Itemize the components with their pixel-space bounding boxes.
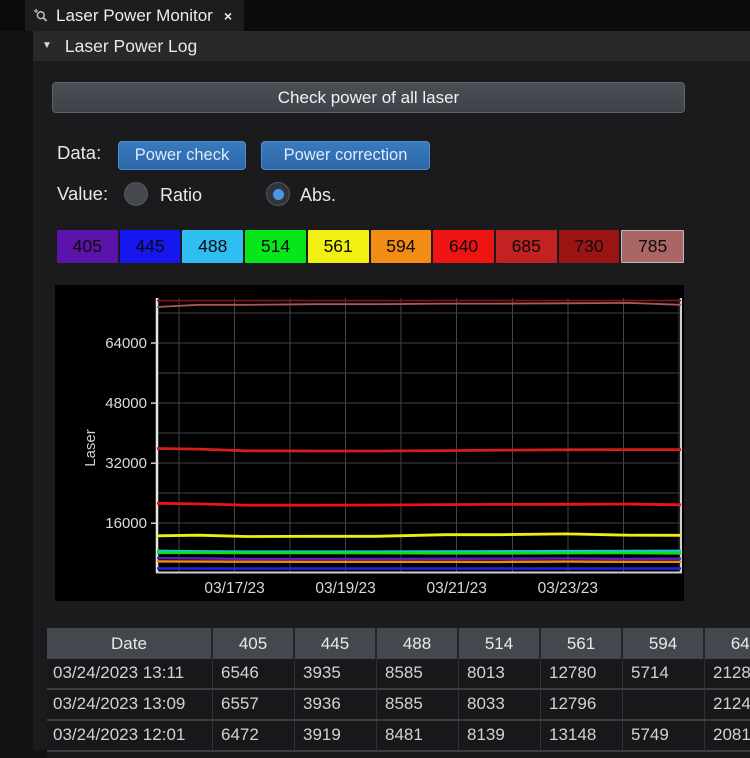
column-header-514[interactable]: 514 xyxy=(459,628,541,659)
value-label: Value: xyxy=(57,183,108,205)
table-cell: 3936 xyxy=(295,690,377,719)
table-row[interactable]: 03/24/2023 13:11654639358585801312780571… xyxy=(47,659,750,690)
tab-title: Laser Power Monitor xyxy=(56,6,213,26)
wavelength-button-445[interactable]: 445 xyxy=(120,230,181,263)
series-514 xyxy=(157,553,681,554)
wavelength-button-594[interactable]: 594 xyxy=(371,230,432,263)
table-row[interactable]: 03/24/2023 13:09655739368585803312796 212… xyxy=(47,690,750,721)
table-cell: 2081 xyxy=(705,721,750,750)
column-header-488[interactable]: 488 xyxy=(377,628,459,659)
check-power-all-button[interactable]: Check power of all laser xyxy=(52,82,685,113)
data-label: Data: xyxy=(57,142,101,164)
table-body: 03/24/2023 13:11654639358585801312780571… xyxy=(47,659,750,752)
series-785 xyxy=(157,303,681,307)
wavelength-row: 405445488514561594640685730785 xyxy=(57,230,684,263)
svg-text:03/19/23: 03/19/23 xyxy=(315,580,375,597)
svg-text:Laser: Laser xyxy=(82,429,99,467)
wavelength-button-405[interactable]: 405 xyxy=(57,230,118,263)
wavelength-button-488[interactable]: 488 xyxy=(182,230,243,263)
table-cell: 12796 xyxy=(541,690,623,719)
preview-magnifier-icon xyxy=(33,8,49,24)
table-cell: 5749 xyxy=(623,721,705,750)
table-cell: 8585 xyxy=(377,690,459,719)
table-cell: 8139 xyxy=(459,721,541,750)
power-correction-button[interactable]: Power correction xyxy=(261,141,430,170)
table-partial-row xyxy=(47,752,750,758)
section-title: Laser Power Log xyxy=(65,36,197,57)
column-header-640[interactable]: 640 xyxy=(705,628,750,659)
column-header-405[interactable]: 405 xyxy=(213,628,295,659)
series-594 xyxy=(157,561,681,562)
table-cell: 03/24/2023 13:09 xyxy=(47,690,213,719)
tab-laser-power-monitor[interactable]: Laser Power Monitor × xyxy=(25,0,244,31)
table-cell: 8013 xyxy=(459,659,541,688)
table-cell: 3919 xyxy=(295,721,377,750)
column-header-594[interactable]: 594 xyxy=(623,628,705,659)
laser-power-panel: ▼ Laser Power Log Check power of all las… xyxy=(33,31,750,750)
tab-close-icon[interactable]: × xyxy=(224,8,232,24)
table-cell: 8481 xyxy=(377,721,459,750)
series-561 xyxy=(157,534,681,537)
table-cell: 03/24/2023 12:01 xyxy=(47,721,213,750)
radio-dot xyxy=(273,189,284,200)
table-row[interactable]: 03/24/2023 12:01647239198481813913148574… xyxy=(47,721,750,752)
table-cell: 8033 xyxy=(459,690,541,719)
column-header-561[interactable]: 561 xyxy=(541,628,623,659)
svg-text:16000: 16000 xyxy=(105,515,147,532)
wavelength-button-640[interactable]: 640 xyxy=(433,230,494,263)
svg-text:48000: 48000 xyxy=(105,395,147,412)
column-header-Date[interactable]: Date xyxy=(47,628,213,659)
table-cell: 2124 xyxy=(705,690,750,719)
table-cell: 3935 xyxy=(295,659,377,688)
table-cell: 6557 xyxy=(213,690,295,719)
power-check-button[interactable]: Power check xyxy=(118,141,246,170)
svg-text:03/21/23: 03/21/23 xyxy=(427,580,487,597)
radio-abs-label[interactable]: Abs. xyxy=(300,185,336,206)
table-cell: 5714 xyxy=(623,659,705,688)
power-log-table: Date405445488514561594640 03/24/2023 13:… xyxy=(47,628,750,758)
wavelength-button-514[interactable]: 514 xyxy=(245,230,306,263)
series-405 xyxy=(157,558,681,559)
svg-text:32000: 32000 xyxy=(105,455,147,472)
series-685 xyxy=(157,449,681,452)
svg-text:03/17/23: 03/17/23 xyxy=(204,580,264,597)
table-cell: 03/24/2023 13:11 xyxy=(47,659,213,688)
radio-ratio[interactable] xyxy=(124,182,148,206)
radio-ratio-label[interactable]: Ratio xyxy=(160,185,202,206)
wavelength-button-685[interactable]: 685 xyxy=(496,230,557,263)
column-header-445[interactable]: 445 xyxy=(295,628,377,659)
table-cell: 13148 xyxy=(541,721,623,750)
table-cell xyxy=(623,690,705,719)
wavelength-button-785[interactable]: 785 xyxy=(621,230,684,263)
radio-abs[interactable] xyxy=(266,182,290,206)
tab-bar: Laser Power Monitor × xyxy=(0,0,750,31)
wavelength-button-561[interactable]: 561 xyxy=(308,230,369,263)
laser-power-chart: 16000 32000 48000 64000 03/17/23 03/19/23 03/2… xyxy=(55,285,684,601)
series-640 xyxy=(157,503,681,505)
check-power-all-label: Check power of all laser xyxy=(278,88,459,108)
table-cell: 6472 xyxy=(213,721,295,750)
collapse-triangle-icon[interactable]: ▼ xyxy=(42,41,52,51)
svg-text:03/23/23: 03/23/23 xyxy=(538,580,598,597)
wavelength-button-730[interactable]: 730 xyxy=(559,230,620,263)
table-cell: 12780 xyxy=(541,659,623,688)
table-cell: 6546 xyxy=(213,659,295,688)
table-header-row: Date405445488514561594640 xyxy=(47,628,750,659)
table-cell: 2128 xyxy=(705,659,750,688)
section-header-laser-power-log[interactable]: ▼ Laser Power Log xyxy=(33,31,750,61)
table-cell: 8585 xyxy=(377,659,459,688)
svg-text:64000: 64000 xyxy=(105,335,147,352)
